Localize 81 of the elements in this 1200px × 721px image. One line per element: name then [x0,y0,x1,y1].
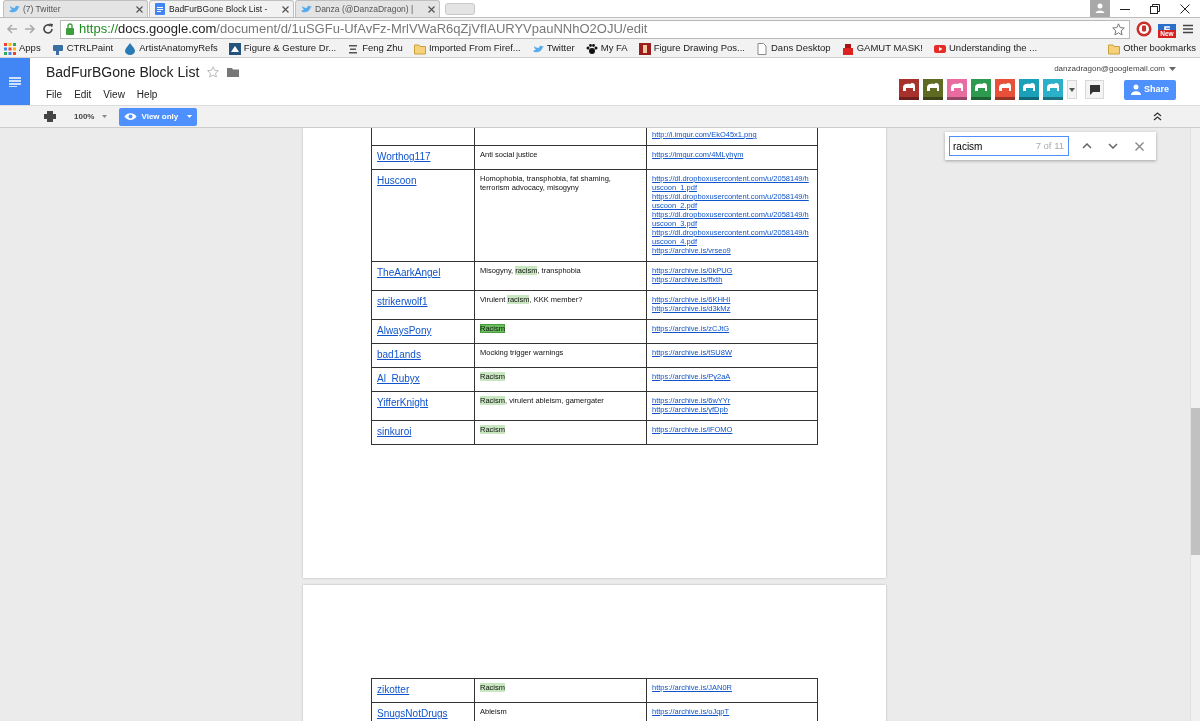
username-link[interactable]: strikerwolf1 [377,296,428,307]
caret-icon [187,115,193,118]
menu-icon[interactable] [1182,23,1194,35]
close-icon[interactable] [136,5,143,13]
bookmark-link[interactable]: Imported From Firef... [428,41,521,56]
paw-icon[interactable] [585,42,598,55]
bird-icon [300,3,312,15]
username-link[interactable]: sinkuroi [377,426,412,437]
match-count: 7 of 11 [1035,141,1064,151]
extension-icon[interactable] [947,79,967,100]
chevron-up-icon [1082,143,1092,149]
brush-icon[interactable] [51,42,64,55]
droplet-icon[interactable] [124,42,137,55]
close-icon[interactable] [428,5,435,13]
collapse-icon[interactable] [1153,112,1162,121]
page-icon[interactable] [756,42,768,55]
paint-can-icon[interactable] [841,42,854,55]
username-link[interactable]: zikotter [377,684,410,695]
caret-icon[interactable] [1169,67,1176,71]
bookmark-link[interactable]: Understanding the ... [949,41,1038,56]
browser-tab[interactable]: (7) Twitter [3,0,148,17]
bookmark-link[interactable]: Figure & Gesture Dr... [243,41,337,56]
bookmark-folder[interactable]: Other bookmarks [1123,41,1196,56]
close-icon [1180,4,1190,14]
menu-item[interactable]: File [46,86,63,102]
star-icon[interactable] [207,66,220,78]
chevron-down-icon [1108,143,1118,149]
eye-icon [124,112,138,121]
dropdown-button[interactable] [1067,80,1077,99]
person-icon [1131,84,1141,95]
extension-icon[interactable] [995,79,1015,100]
caret-icon[interactable] [102,115,108,118]
square-icon[interactable] [638,42,651,55]
bookmark-link[interactable]: Apps [19,41,41,56]
extension-icon[interactable] [1043,79,1063,100]
menu-item[interactable]: Edit [74,86,92,102]
bookmark-link[interactable]: Feng Zhu [362,41,403,56]
extension-icon[interactable] [899,79,919,100]
scrollbar-thumb[interactable] [1191,408,1200,555]
restore-icon [1150,4,1160,14]
username-link[interactable]: YifferKnight [377,397,429,408]
docs-logo[interactable] [0,58,30,105]
bookmark-link[interactable]: Twitter [546,41,575,56]
apps-icon[interactable] [4,42,16,55]
username-link[interactable]: Al_Rubyx [377,373,420,384]
menu-item[interactable]: Help [136,86,158,102]
zoom-select[interactable]: 100% [74,110,95,123]
square-icon[interactable] [228,42,241,55]
reload-icon[interactable] [42,23,54,35]
bookmark-link[interactable]: ArtistAnatomyRefs [139,41,218,56]
caret-icon [1069,87,1075,92]
stop-sign-icon[interactable] [1136,21,1152,37]
close-icon [1134,141,1144,151]
bookmark-link[interactable]: Figure Drawing Pos... [653,41,745,56]
extension-icon[interactable] [1019,79,1039,100]
bookmark-link[interactable]: CTRLPaint [66,41,114,56]
star-icon[interactable] [1112,22,1125,36]
bookmark-link[interactable]: GAMUT MASK! [856,41,923,56]
address-bar[interactable]: https://docs.google.com/document/d/1uSGFu-UfAvFz-MrlVWaR6qZjVfIAURYVpauNNhO2OJU/edit [60,19,1130,39]
document-title: BadFurBGone Block List [46,62,200,82]
menu-item[interactable]: View [103,86,125,102]
folder-icon[interactable] [227,67,240,77]
browser-tab[interactable]: BadFurBGone Block List - [149,0,294,17]
bird-icon [8,3,20,15]
username-link[interactable]: Huscoon [377,175,417,186]
close-icon[interactable] [282,5,289,13]
extension-icon[interactable] [923,79,943,100]
comment-icon [1089,84,1100,95]
video-icon[interactable] [934,42,946,55]
account-email[interactable]: danzadragon@googlemail.com [1054,63,1165,75]
bookmark-link[interactable]: Dans Desktop [771,41,831,56]
bookmark-link[interactable]: My FA [600,41,628,56]
extension-icon[interactable] [971,79,991,100]
lock-icon [65,23,75,35]
username-link[interactable]: bad1ands [377,349,421,360]
browser-tab[interactable]: Danza (@DanzaDragon) | [295,0,440,17]
document-lines-icon [9,76,21,87]
comments-button[interactable] [1085,80,1104,99]
lines-icon[interactable] [347,42,360,55]
document-icon [154,3,166,15]
url-text: https://docs.google.com/document/d/1uSGFu-UfAvFz-MrlVWaR6qZjVfIAURYVpauNNhO2OJU/edit [79,20,648,39]
